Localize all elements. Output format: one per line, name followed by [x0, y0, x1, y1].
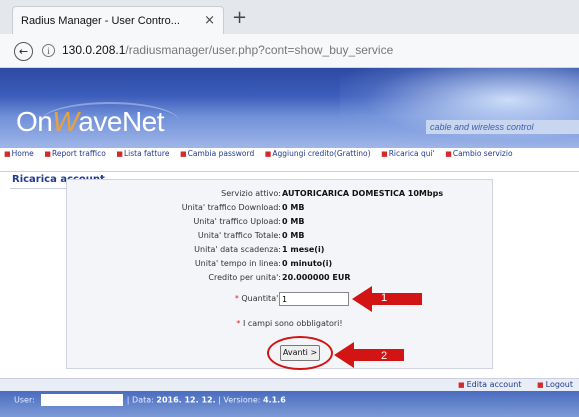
url-field[interactable]: 130.0.208.1/radiusmanager/user.php?cont=… [62, 43, 393, 57]
footer-text: User: | Data: 2016. 12. 12. | Versione: 4… [14, 394, 286, 406]
field-value: 0 minuto(i) [282, 259, 333, 268]
required-asterisk: * [236, 319, 241, 328]
user-label: User: [14, 395, 35, 405]
bullet-icon: ■ [458, 381, 465, 389]
browser-address-bar: ← i 130.0.208.1/radiusmanager/user.php?c… [0, 34, 579, 68]
field-value: 1 mese(i) [282, 245, 325, 254]
annotation-number-2: 2 [381, 350, 388, 362]
new-tab-icon[interactable]: + [232, 7, 247, 28]
bullet-icon: ■ [537, 381, 544, 389]
field-label: Unita' traffico Totale: [197, 231, 281, 240]
field-label: Unita' tempo in linea: [194, 259, 281, 268]
site-banner: OnWaveNet cable and wireless control [0, 68, 579, 148]
menu-item-report-traffico[interactable]: ■Report traffico [44, 149, 105, 158]
quantity-label-text: Quantita': [241, 294, 281, 303]
form-row-upload: Unita' traffico Upload: 0 MB [66, 217, 493, 229]
field-label: Unita' traffico Download: [181, 203, 281, 212]
annotation-arrow-1 [352, 286, 422, 312]
field-label: Servizio attivo: [221, 189, 281, 198]
version-value: 4.1.6 [263, 395, 286, 405]
url-path: /radiusmanager/user.php?cont=show_buy_se… [125, 43, 394, 57]
tab-title: Radius Manager - User Contro... [21, 14, 180, 27]
field-label: Unita' traffico Upload: [193, 217, 281, 226]
separator: | [218, 395, 221, 405]
annotation-arrow-2 [334, 342, 404, 368]
bullet-icon: ■ [4, 150, 11, 158]
browser-tab-bar: Radius Manager - User Contro... × + [0, 0, 579, 34]
required-fields-note: * I campi sono obbligatori! [0, 319, 579, 328]
edit-account-label: Edita account [466, 380, 522, 389]
status-footer: User: | Data: 2016. 12. 12. | Versione: 4… [0, 391, 579, 417]
onwavenet-logo: OnWaveNet [16, 106, 165, 138]
separator: | [126, 395, 130, 405]
field-label: Credito per unita': [208, 273, 281, 282]
bullet-icon: ■ [116, 150, 123, 158]
menu-item-label: Lista fatture [123, 149, 170, 158]
data-label: Data: [132, 395, 154, 405]
data-value: 2016. 12. 12. [156, 395, 216, 405]
field-value: 0 MB [282, 231, 305, 240]
main-menu: ■Home ■Report traffico ■Lista fatture ■C… [0, 148, 579, 172]
banner-glow [340, 68, 579, 148]
form-row-totale: Unita' traffico Totale: 0 MB [66, 231, 493, 243]
banner-tagline: cable and wireless control [426, 120, 579, 134]
form-row-scadenza: Unita' data scadenza: 1 mese(i) [66, 245, 493, 257]
form-row-download: Unita' traffico Download: 0 MB [66, 203, 493, 215]
menu-item-cambio-servizio[interactable]: ■Cambio servizio [445, 149, 512, 158]
avanti-button[interactable]: Avanti > [280, 345, 320, 361]
form-row-credito: Credito per unita': 20.000000 EUR [66, 273, 493, 285]
bullet-icon: ■ [44, 150, 51, 158]
required-asterisk: * [234, 294, 239, 303]
menu-item-aggiungi-credito[interactable]: ■Aggiungi credito(Grattino) [265, 149, 371, 158]
menu-item-label: Cambia password [187, 149, 255, 158]
back-arrow-icon[interactable]: ← [14, 42, 33, 61]
required-note-text: I campi sono obbligatori! [242, 319, 343, 328]
menu-item-ricarica-qui[interactable]: ■Ricarica qui' [381, 149, 435, 158]
menu-item-label: Aggiungi credito(Grattino) [272, 149, 371, 158]
bullet-icon: ■ [180, 150, 187, 158]
logout-link[interactable]: ■ Logout [537, 380, 573, 389]
menu-item-cambia-password[interactable]: ■Cambia password [180, 149, 254, 158]
footer-links-bar: ■ Edita account ■ Logout [0, 378, 579, 391]
version-label: Versione: [223, 395, 261, 405]
url-host: 130.0.208.1 [62, 43, 126, 57]
field-value: 20.000000 EUR [282, 273, 351, 282]
menu-item-lista-fatture[interactable]: ■Lista fatture [116, 149, 169, 158]
menu-item-label: Ricarica qui' [388, 149, 435, 158]
field-value: 0 MB [282, 217, 305, 226]
bullet-icon: ■ [381, 150, 388, 158]
field-value: AUTORICARICA DOMESTICA 10Mbps [282, 189, 444, 198]
logo-part-avenet: aveNet [78, 106, 165, 137]
quantity-label: * Quantita': [235, 294, 281, 303]
menu-item-label: Cambio servizio [452, 149, 513, 158]
quantity-input[interactable] [279, 292, 349, 306]
form-row-servizio: Servizio attivo: AUTORICARICA DOMESTICA … [66, 189, 493, 201]
bullet-icon: ■ [445, 150, 452, 158]
field-label: Unita' data scadenza: [194, 245, 281, 254]
menu-item-label: Report traffico [51, 149, 106, 158]
form-row-tempo: Unita' tempo in linea: 0 minuto(i) [66, 259, 493, 271]
user-name-box [40, 394, 123, 406]
logout-label: Logout [545, 380, 574, 389]
menu-item-home[interactable]: ■Home [4, 149, 34, 158]
close-icon[interactable]: × [204, 13, 215, 28]
browser-tab[interactable]: Radius Manager - User Contro... × [12, 6, 224, 34]
annotation-number-1: 1 [381, 292, 388, 304]
menu-item-label: Home [11, 149, 34, 158]
field-value: 0 MB [282, 203, 305, 212]
logo-part-on: On [16, 106, 53, 137]
bullet-icon: ■ [264, 150, 272, 158]
edit-account-link[interactable]: ■ Edita account [458, 380, 521, 389]
info-icon[interactable]: i [42, 44, 55, 57]
logo-part-w: W [52, 106, 79, 137]
